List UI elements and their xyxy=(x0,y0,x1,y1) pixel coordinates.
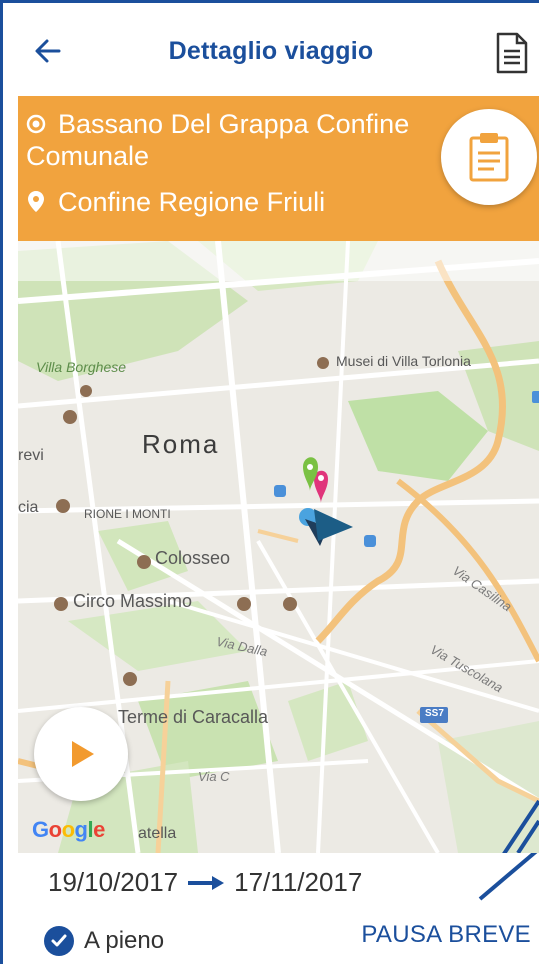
app-frame: Dettaglio viaggio Bassano Del Grappa Con… xyxy=(0,0,539,964)
short-break-button[interactable]: PAUSA BREVE xyxy=(361,921,531,949)
route-origin-cont: Comunale xyxy=(26,141,150,171)
document-button[interactable] xyxy=(495,31,529,75)
origin-dot-icon xyxy=(26,114,46,134)
map-view[interactable]: Roma Villa Borghese Musei di Villa Torlo… xyxy=(18,241,539,853)
page-title: Dettaglio viaggio xyxy=(168,37,374,65)
clipboard-icon xyxy=(469,133,509,182)
route-origin: Bassano Del Grappa Confine xyxy=(26,108,409,140)
annotation-arrow xyxy=(502,799,539,853)
route-destination-label: Confine Regione Friuli xyxy=(58,187,326,217)
trip-footer: 19/10/2017 17/11/2017 A pieno PAUSA BREV… xyxy=(18,853,539,964)
full-tank-label: A pieno xyxy=(84,927,165,954)
app-header: Dettaglio viaggio xyxy=(3,3,539,96)
route-destination: Confine Regione Friuli xyxy=(26,186,325,218)
location-pin-icon xyxy=(28,191,44,212)
check-icon xyxy=(44,926,74,956)
route-banner: Bassano Del Grappa Confine Comunale Conf… xyxy=(18,96,539,241)
full-tank-checkbox[interactable]: A pieno xyxy=(44,926,164,956)
route-origin-label: Bassano Del Grappa Confine xyxy=(58,109,410,139)
clipboard-button[interactable] xyxy=(441,109,537,205)
document-icon xyxy=(496,32,528,74)
